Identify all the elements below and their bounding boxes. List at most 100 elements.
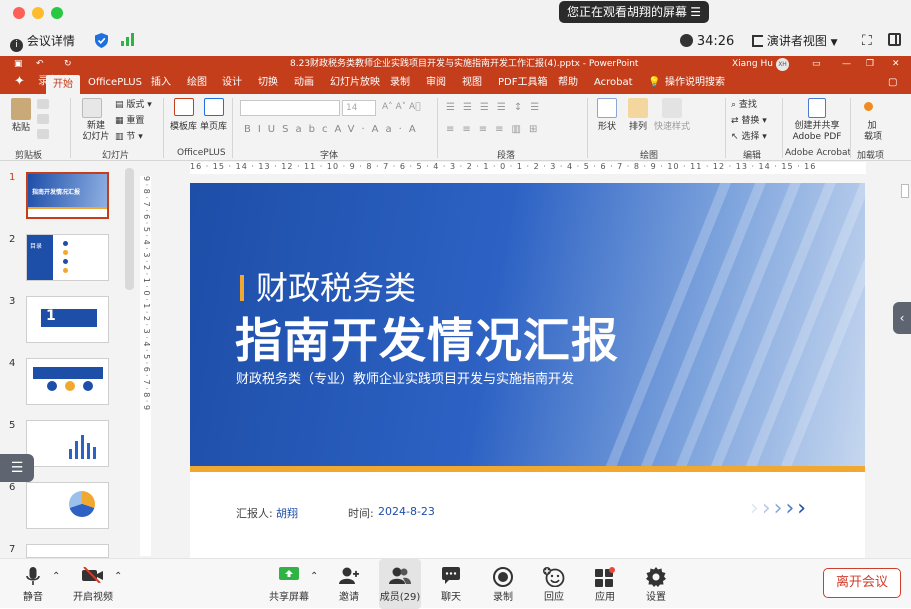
shapes-icon[interactable] (597, 98, 617, 118)
video-off-icon (82, 567, 103, 583)
format-painter-icon[interactable] (37, 129, 49, 139)
tab-record[interactable]: 录制 (390, 76, 410, 90)
apps-button[interactable]: 应用 (589, 559, 621, 609)
reactions-button[interactable]: 回应 (538, 559, 570, 609)
user-avatar[interactable]: XH (776, 58, 789, 71)
new-slide-button[interactable]: 新建 幻灯片 (81, 121, 111, 143)
tab-slideshow[interactable]: 幻灯片放映 (330, 76, 380, 90)
panel-collapse-chevron-icon[interactable]: ‹ (893, 302, 911, 334)
tab-insert[interactable]: 插入 (151, 76, 171, 90)
copy-icon[interactable] (37, 114, 49, 124)
tab-pdf-tools[interactable]: PDF工具箱 (498, 76, 547, 90)
reactions-label: 回应 (544, 592, 564, 603)
user-name[interactable]: Xiang Hu (732, 56, 773, 72)
paste-icon[interactable] (11, 98, 31, 120)
mute-button[interactable]: 静音 (14, 559, 52, 609)
redo-icon[interactable]: ↻ (64, 56, 72, 72)
signal-strength-icon[interactable] (121, 33, 134, 50)
slide-thumbnail-2[interactable]: 目录 (26, 234, 109, 281)
tab-home[interactable]: 开始 (46, 75, 80, 94)
minimize-window-button[interactable] (32, 7, 44, 19)
ribbon-display-icon[interactable]: ▭ (812, 56, 821, 72)
font-size-input[interactable]: 14 (342, 100, 376, 116)
align-icons[interactable]: ≡≡≡≡▥⊞ (446, 124, 545, 135)
tab-review[interactable]: 审阅 (426, 76, 446, 90)
minimize-icon[interactable]: — (842, 56, 851, 72)
maximize-window-button[interactable] (51, 7, 63, 19)
share-options-chevron-icon[interactable]: ⌃ (310, 559, 322, 609)
select-button[interactable]: ↖ 选择 ▾ (731, 132, 767, 143)
cut-icon[interactable] (37, 99, 49, 109)
shapes-button[interactable]: 形状 (598, 122, 616, 133)
sidebar-toggle-icon[interactable] (888, 33, 901, 50)
tab-help[interactable]: 帮助 (558, 76, 578, 90)
slide-thumbnail-5[interactable] (26, 420, 109, 467)
tab-view[interactable]: 视图 (462, 76, 482, 90)
leave-meeting-button[interactable]: 离开会议 (823, 568, 901, 598)
time-value: 2024-8-23 (378, 505, 435, 518)
tell-me-search[interactable]: 操作说明搜索 (665, 76, 725, 90)
font-name-input[interactable] (240, 100, 340, 116)
find-button[interactable]: ⌕ 查找 (731, 100, 757, 111)
video-options-chevron-icon[interactable]: ⌃ (114, 559, 126, 609)
slide-thumbnail-4[interactable] (26, 358, 109, 405)
reset-button[interactable]: ▦ 重置 (115, 116, 144, 127)
close-window-button[interactable] (13, 7, 25, 19)
list-icons[interactable]: ☰☰☰☰↕☰ (446, 102, 547, 113)
group-drawing-label: 绘图 (640, 151, 659, 161)
template-library-button[interactable]: 模板库 (170, 122, 197, 133)
invite-button[interactable]: 邀请 (333, 559, 365, 609)
tab-animations[interactable]: 动画 (294, 76, 314, 90)
section-button[interactable]: ▥ 节 ▾ (115, 132, 143, 143)
fullscreen-icon[interactable]: ⛶ (862, 33, 872, 49)
comments-icon[interactable]: ▢ (888, 76, 897, 90)
thumbnails-scrollbar[interactable] (125, 168, 134, 290)
close-icon[interactable]: ✕ (892, 56, 900, 72)
tab-draw[interactable]: 绘图 (187, 76, 207, 90)
restore-icon[interactable]: ❐ (866, 56, 874, 72)
undo-icon[interactable]: ↶ (36, 56, 44, 72)
share-screen-button[interactable]: 共享屏幕 (268, 559, 310, 609)
settings-button[interactable]: 设置 (640, 559, 672, 609)
arrange-icon[interactable] (628, 98, 648, 118)
slide-scrollbar[interactable] (899, 176, 911, 556)
slide-description: 财政税务类（专业）教师企业实践项目开发与实施指南开发 (236, 372, 575, 387)
quick-styles-button[interactable]: 快速样式 (654, 122, 690, 133)
tab-transitions[interactable]: 切换 (258, 76, 278, 90)
quick-styles-icon[interactable] (662, 98, 682, 118)
chat-button[interactable]: 聊天 (435, 559, 467, 609)
addins-icon[interactable] (864, 102, 873, 111)
replace-button[interactable]: ⇄ 替换 ▾ (731, 116, 767, 127)
tab-acrobat[interactable]: Acrobat (594, 76, 633, 90)
create-pdf-icon[interactable] (808, 98, 826, 118)
save-icon[interactable]: ▣ (14, 56, 23, 72)
addins-button[interactable]: 加 载项 (864, 121, 882, 143)
font-grow-shrink-icons[interactable]: A˄ A˅ A⃠ (382, 102, 421, 113)
slide-thumbnail-1[interactable]: 指南开发情况汇报 (26, 172, 109, 219)
security-shield-icon[interactable] (95, 33, 108, 52)
template-library-icon[interactable] (174, 98, 194, 116)
screen-share-banner[interactable]: 您正在观看胡翔的屏幕 ☰ (559, 1, 709, 23)
tab-officeplus[interactable]: OfficePLUS (88, 76, 142, 90)
paste-button[interactable]: 粘贴 (12, 123, 30, 134)
single-page-library-icon[interactable] (204, 98, 224, 116)
record-button[interactable]: 录制 (487, 559, 519, 609)
meeting-info-button[interactable]: i 会议详情 (10, 33, 75, 52)
slide-thumbnail-6[interactable] (26, 482, 109, 529)
slide-thumbnail-7[interactable] (26, 544, 109, 558)
video-button[interactable]: 开启视频 (70, 559, 116, 609)
audio-options-chevron-icon[interactable]: ⌃ (52, 559, 64, 609)
slide-canvas[interactable]: 财政税务类 指南开发情况汇报 财政税务类（专业）教师企业实践项目开发与实施指南开… (190, 183, 865, 558)
tab-design[interactable]: 设计 (222, 76, 242, 90)
font-style-icons[interactable]: BIUSabcAV·Aa·A (244, 124, 423, 135)
create-pdf-button[interactable]: 创建并共享 Adobe PDF (790, 121, 844, 143)
members-button[interactable]: 成员(29) (379, 559, 421, 609)
speaker-view-dropdown[interactable]: 演讲者视图 ▼ (752, 33, 838, 51)
single-page-library-button[interactable]: 单页库 (200, 122, 227, 133)
arrange-button[interactable]: 排列 (629, 122, 647, 133)
new-slide-icon[interactable] (82, 98, 102, 118)
menu-icon[interactable]: ☰ (690, 1, 701, 23)
slide-thumbnail-3[interactable]: 1 (26, 296, 109, 343)
outline-list-icon[interactable]: ☰ (0, 454, 34, 482)
layout-button[interactable]: ▤ 版式 ▾ (115, 100, 152, 111)
